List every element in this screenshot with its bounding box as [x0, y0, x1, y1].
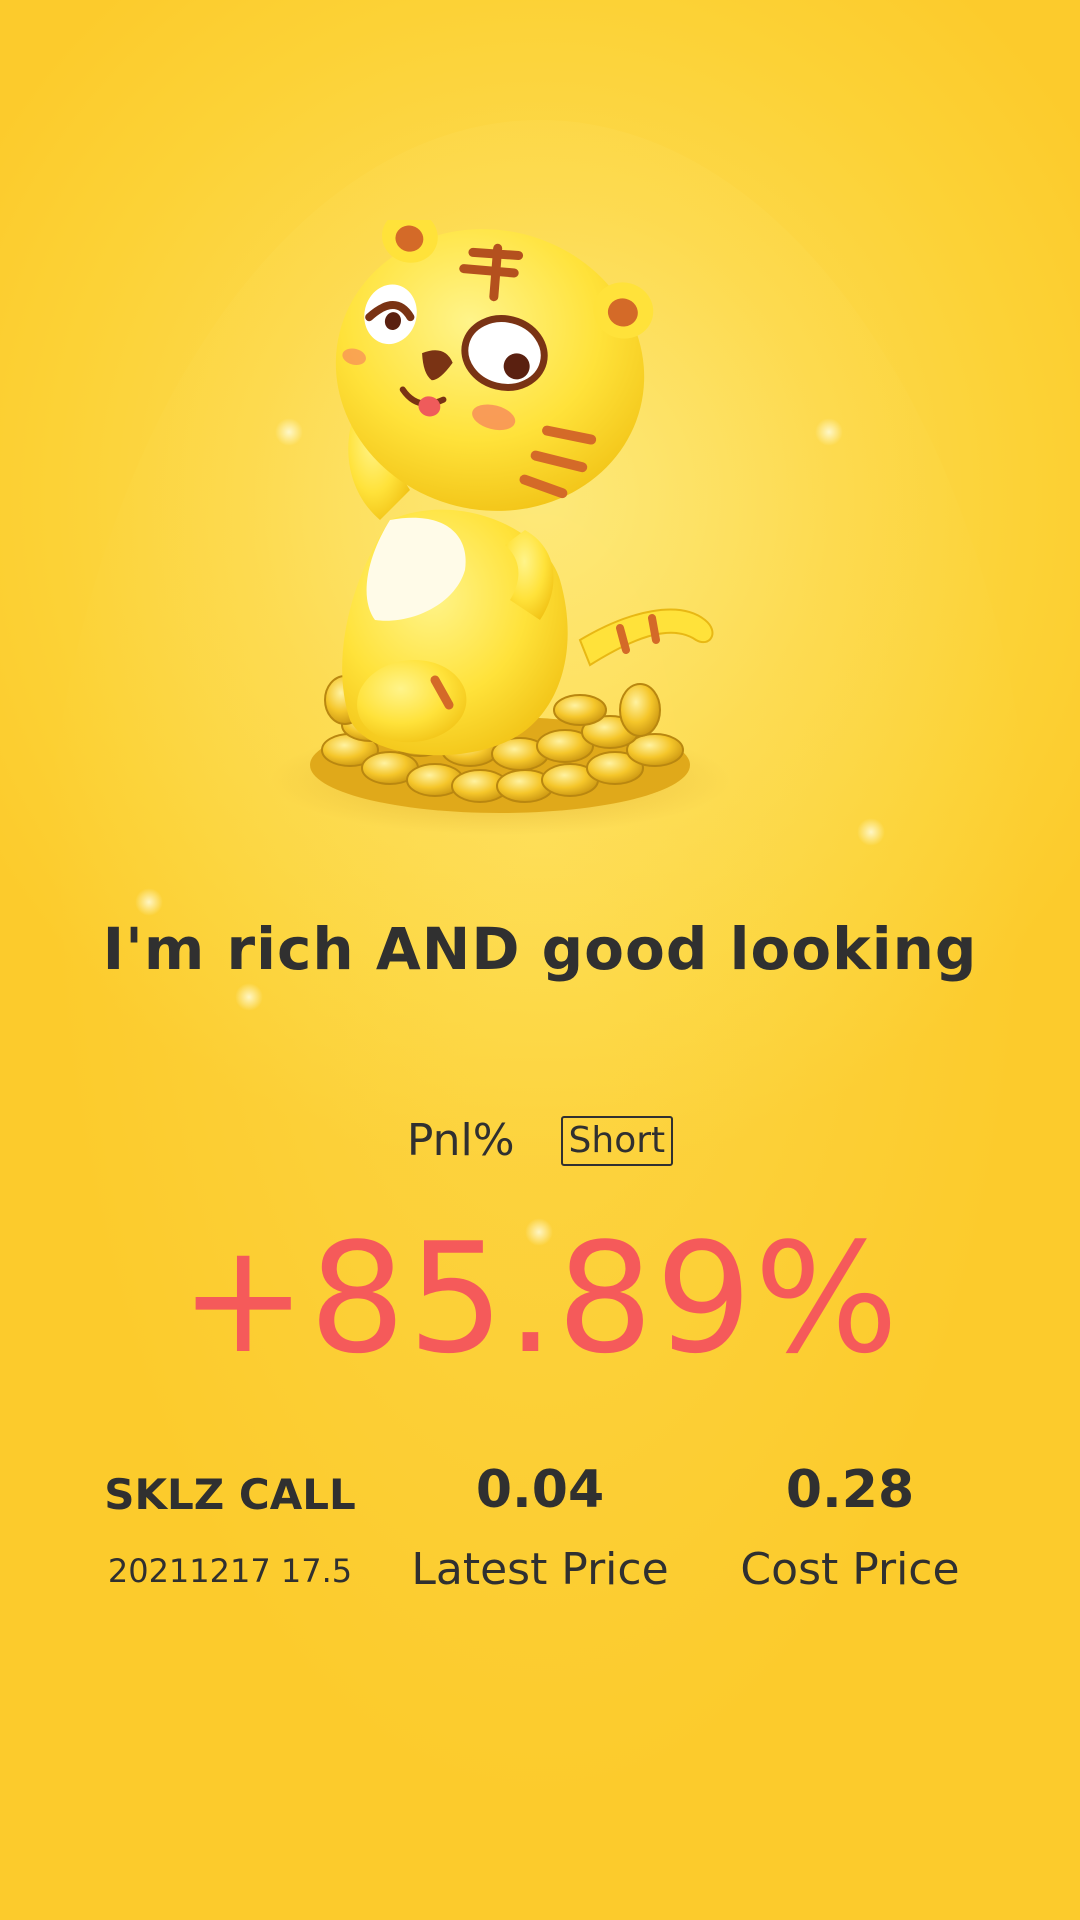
- tiger-mascot-icon: [270, 220, 730, 835]
- direction-badge: Short: [560, 1115, 674, 1166]
- latest-price-value: 0.04: [475, 1460, 605, 1520]
- sparkle: [235, 983, 263, 1011]
- latest-price: 0.04 Latest Price: [390, 1460, 690, 1595]
- pnl-header: Pnl% Short: [0, 1115, 1080, 1166]
- cost-price: 0.28 Cost Price: [700, 1460, 1000, 1595]
- contract-info: SKLZ CALL 20211217 17.5: [80, 1460, 380, 1595]
- latest-price-label: Latest Price: [411, 1544, 669, 1595]
- headline: I'm rich AND good looking: [102, 915, 978, 983]
- sparkle: [135, 888, 163, 916]
- sparkle: [857, 818, 885, 846]
- contract-name: SKLZ CALL: [104, 1470, 356, 1519]
- cost-price-label: Cost Price: [740, 1544, 960, 1595]
- contract-detail: 20211217 17.5: [107, 1552, 353, 1590]
- position-stats: SKLZ CALL 20211217 17.5 0.04 Latest Pric…: [80, 1460, 1000, 1595]
- pnl-label: Pnl%: [406, 1115, 515, 1166]
- cost-price-value: 0.28: [785, 1460, 915, 1520]
- pnl-percent-value: +85.89%: [179, 1210, 901, 1387]
